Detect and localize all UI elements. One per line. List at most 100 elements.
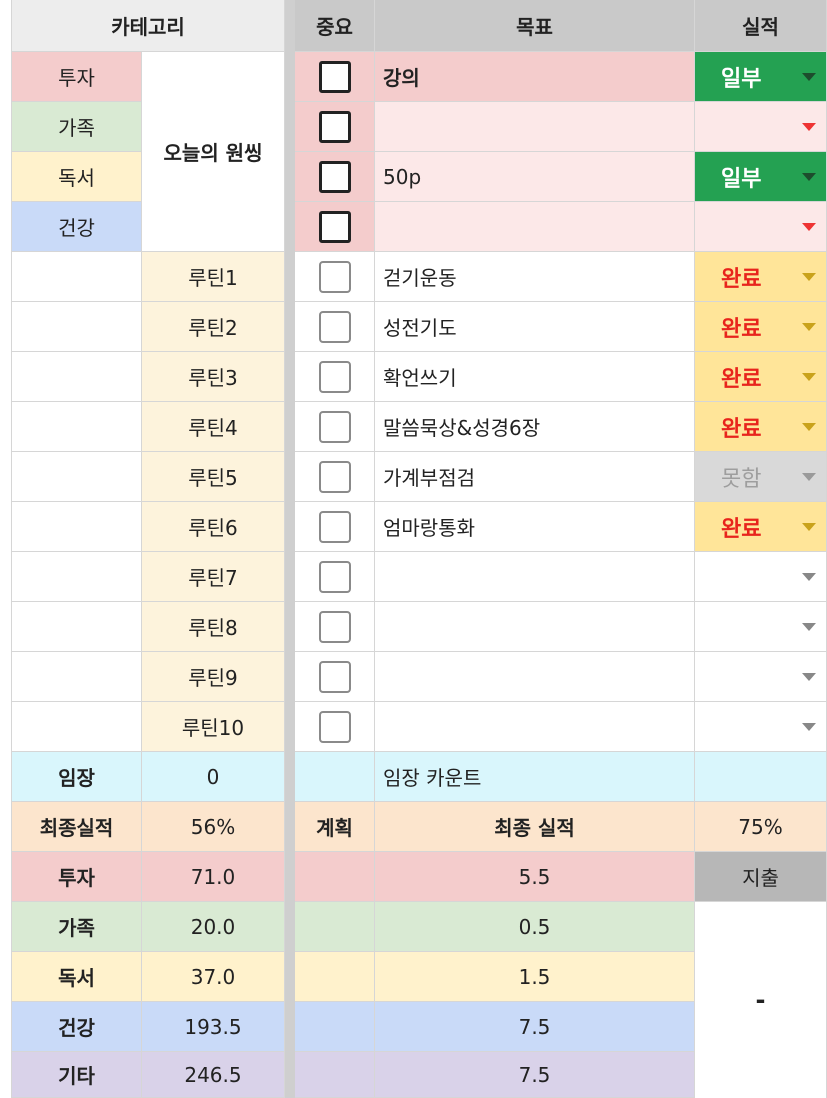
- important-checkbox-cell[interactable]: [295, 252, 375, 302]
- status-dropdown[interactable]: [695, 652, 827, 702]
- checkbox[interactable]: [318, 610, 351, 643]
- summary-label[interactable]: 가족: [12, 902, 142, 952]
- routine-blank-cell[interactable]: [12, 502, 142, 552]
- imjang-value[interactable]: 0: [142, 752, 285, 802]
- final-result-label[interactable]: 최종 실적: [375, 802, 695, 852]
- summary-label[interactable]: 건강: [12, 1002, 142, 1052]
- status-dropdown[interactable]: [695, 602, 827, 652]
- important-checkbox-cell[interactable]: [295, 502, 375, 552]
- status-dropdown[interactable]: 완료: [695, 402, 827, 452]
- summary-plan-cell[interactable]: [295, 1002, 375, 1052]
- routine-label[interactable]: 루틴2: [142, 302, 285, 352]
- checkbox[interactable]: [318, 60, 351, 93]
- important-checkbox-cell[interactable]: [295, 452, 375, 502]
- final-result-value[interactable]: 75%: [695, 802, 827, 852]
- dropdown-arrow-icon[interactable]: [802, 322, 816, 331]
- summary-value[interactable]: 71.0: [142, 852, 285, 902]
- routine-label[interactable]: 루틴6: [142, 502, 285, 552]
- status-dropdown[interactable]: [695, 702, 827, 752]
- summary-final-value[interactable]: 7.5: [375, 1002, 695, 1052]
- dropdown-arrow-icon[interactable]: [802, 372, 816, 381]
- summary-value[interactable]: 246.5: [142, 1052, 285, 1098]
- imjang-label[interactable]: 임장: [12, 752, 142, 802]
- summary-plan-cell[interactable]: [295, 1052, 375, 1098]
- summary-label[interactable]: 투자: [12, 852, 142, 902]
- status-dropdown[interactable]: 완료: [695, 502, 827, 552]
- category-health[interactable]: 건강: [12, 202, 142, 252]
- dropdown-arrow-icon[interactable]: [802, 72, 816, 81]
- routine-label[interactable]: 루틴5: [142, 452, 285, 502]
- category-reading[interactable]: 독서: [12, 152, 142, 202]
- header-important[interactable]: 중요: [295, 0, 375, 52]
- routine-goal[interactable]: [375, 602, 695, 652]
- merged-onething-cell[interactable]: 오늘의 원씽: [142, 52, 285, 252]
- checkbox[interactable]: [318, 210, 351, 243]
- dropdown-arrow-icon[interactable]: [802, 572, 816, 581]
- checkbox[interactable]: [318, 360, 351, 393]
- checkbox[interactable]: [318, 510, 351, 543]
- dropdown-arrow-icon[interactable]: [802, 222, 816, 231]
- checkbox[interactable]: [318, 310, 351, 343]
- checkbox[interactable]: [318, 410, 351, 443]
- header-result[interactable]: 실적: [695, 0, 827, 52]
- important-checkbox-cell[interactable]: [295, 652, 375, 702]
- important-checkbox-cell[interactable]: [295, 602, 375, 652]
- dropdown-arrow-icon[interactable]: [802, 622, 816, 631]
- routine-goal[interactable]: [375, 702, 695, 752]
- important-checkbox-cell[interactable]: [295, 302, 375, 352]
- final-value[interactable]: 56%: [142, 802, 285, 852]
- goal-cell-2[interactable]: [375, 102, 695, 152]
- dropdown-arrow-icon[interactable]: [802, 422, 816, 431]
- routine-label[interactable]: 루틴1: [142, 252, 285, 302]
- important-checkbox-cell[interactable]: [295, 702, 375, 752]
- frozen-column-divider[interactable]: [285, 0, 295, 1098]
- goal-cell-1[interactable]: 강의: [375, 52, 695, 102]
- header-category[interactable]: 카테고리: [12, 0, 285, 52]
- routine-label[interactable]: 루틴9: [142, 652, 285, 702]
- checkbox[interactable]: [318, 460, 351, 493]
- dropdown-arrow-icon[interactable]: [802, 672, 816, 681]
- status-dropdown-4[interactable]: [695, 202, 827, 252]
- dropdown-arrow-icon[interactable]: [802, 722, 816, 731]
- status-dropdown[interactable]: 완료: [695, 302, 827, 352]
- imjang-result-cell[interactable]: [695, 752, 827, 802]
- status-dropdown-2[interactable]: [695, 102, 827, 152]
- routine-goal[interactable]: 말씀묵상&성경6장: [375, 402, 695, 452]
- routine-label[interactable]: 루틴8: [142, 602, 285, 652]
- dropdown-arrow-icon[interactable]: [802, 122, 816, 131]
- important-checkbox-cell-4[interactable]: [295, 202, 375, 252]
- header-goal[interactable]: 목표: [375, 0, 695, 52]
- summary-final-value[interactable]: 1.5: [375, 952, 695, 1002]
- imjang-important-cell[interactable]: [295, 752, 375, 802]
- status-dropdown[interactable]: 완료: [695, 352, 827, 402]
- routine-blank-cell[interactable]: [12, 252, 142, 302]
- summary-plan-cell[interactable]: [295, 952, 375, 1002]
- goal-cell-3[interactable]: 50p: [375, 152, 695, 202]
- routine-goal[interactable]: 걷기운동: [375, 252, 695, 302]
- summary-final-value[interactable]: 7.5: [375, 1052, 695, 1098]
- routine-blank-cell[interactable]: [12, 352, 142, 402]
- routine-label[interactable]: 루틴4: [142, 402, 285, 452]
- goal-cell-4[interactable]: [375, 202, 695, 252]
- dropdown-arrow-icon[interactable]: [802, 272, 816, 281]
- expense-header[interactable]: 지출: [695, 852, 827, 902]
- checkbox[interactable]: [318, 710, 351, 743]
- routine-goal[interactable]: 가계부점검: [375, 452, 695, 502]
- status-dropdown[interactable]: 못함: [695, 452, 827, 502]
- routine-blank-cell[interactable]: [12, 402, 142, 452]
- routine-blank-cell[interactable]: [12, 302, 142, 352]
- dropdown-arrow-icon[interactable]: [802, 522, 816, 531]
- important-checkbox-cell[interactable]: [295, 402, 375, 452]
- checkbox[interactable]: [318, 110, 351, 143]
- summary-final-value[interactable]: 5.5: [375, 852, 695, 902]
- final-label[interactable]: 최종실적: [12, 802, 142, 852]
- important-checkbox-cell-3[interactable]: [295, 152, 375, 202]
- routine-label[interactable]: 루틴7: [142, 552, 285, 602]
- routine-goal[interactable]: 성전기도: [375, 302, 695, 352]
- checkbox[interactable]: [318, 260, 351, 293]
- routine-label[interactable]: 루틴3: [142, 352, 285, 402]
- summary-value[interactable]: 193.5: [142, 1002, 285, 1052]
- status-dropdown[interactable]: 완료: [695, 252, 827, 302]
- plan-label[interactable]: 계획: [295, 802, 375, 852]
- checkbox[interactable]: [318, 160, 351, 193]
